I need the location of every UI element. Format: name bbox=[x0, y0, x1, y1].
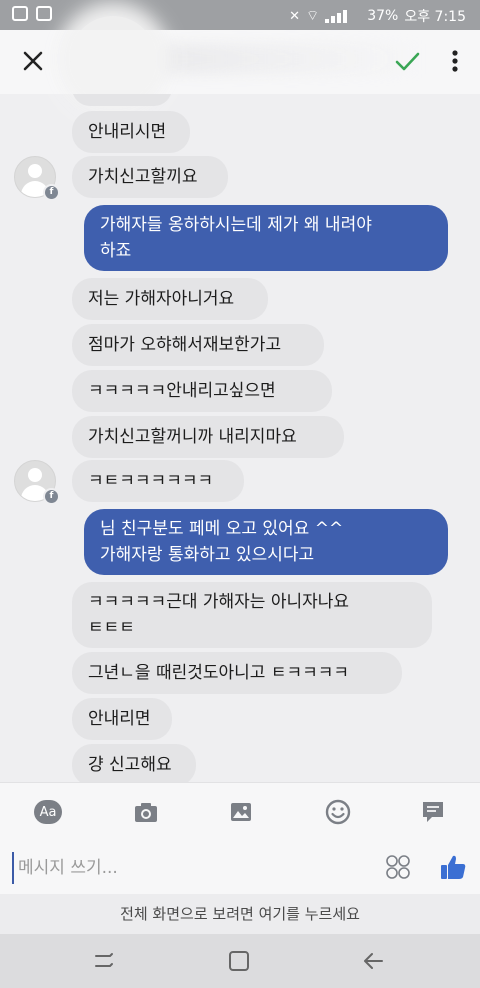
signal-icon bbox=[325, 9, 361, 23]
close-icon[interactable] bbox=[18, 46, 48, 76]
message-bubble-outgoing[interactable]: 가해자들 옹하하시는데 제가 왜 내려야 하죠 bbox=[84, 205, 448, 271]
back-icon[interactable] bbox=[360, 948, 388, 974]
message-bubble[interactable]: 가치신고할끼요 bbox=[72, 156, 228, 198]
message-bubble[interactable]: 점마가 오햐해서재보한가고 bbox=[72, 324, 324, 366]
gallery-icon bbox=[36, 6, 52, 21]
image-icon[interactable] bbox=[226, 797, 256, 827]
wifi-icon: ⌔ bbox=[306, 8, 320, 24]
facebook-badge-icon: f bbox=[43, 488, 60, 505]
more-vertical-icon[interactable] bbox=[445, 46, 465, 76]
emoji-icon[interactable] bbox=[323, 797, 353, 827]
status-bar: ✕ ⌔ 37% 오후 7:15 bbox=[0, 0, 480, 30]
message-bubble[interactable]: ㅋㅋㅋㅋㅋ안내리고싶으면 bbox=[72, 370, 332, 412]
message-bubble[interactable]: 안내리면 bbox=[72, 698, 172, 740]
blurred-contact-avatar bbox=[70, 16, 156, 102]
composer-toolbar: Aa bbox=[0, 782, 480, 843]
check-icon[interactable] bbox=[392, 46, 422, 76]
message-bubble[interactable]: 안내리시면 bbox=[72, 111, 190, 153]
messenger-icon bbox=[12, 6, 28, 21]
message-bubble[interactable]: 그년ㄴ을 때린것도아니고 ㅌㅋㅋㅋㅋ bbox=[72, 652, 402, 694]
status-time: 오후 7:15 bbox=[404, 9, 466, 25]
thumbs-up-icon[interactable] bbox=[440, 852, 466, 882]
blurred-contact-name bbox=[160, 44, 420, 74]
message-bubble-outgoing[interactable]: 님 친구분도 페메 오고 있어요 ^^ 가해자랑 통화하고 있으시다고 bbox=[84, 509, 448, 575]
quick-reply-icon[interactable] bbox=[418, 797, 448, 827]
message-bubble[interactable]: 걍 신고해요 bbox=[72, 744, 196, 782]
fullscreen-hint[interactable]: 전체 화면으로 보려면 여기를 누르세요 bbox=[0, 894, 480, 934]
message-input[interactable] bbox=[12, 852, 352, 884]
message-bubble[interactable]: 가치신고할꺼니까 내리지마요 bbox=[72, 416, 344, 458]
recent-apps-icon[interactable] bbox=[90, 948, 118, 974]
camera-icon[interactable] bbox=[131, 797, 161, 827]
facebook-badge-icon: f bbox=[43, 184, 60, 201]
sticker-icon[interactable] bbox=[385, 854, 411, 880]
text-format-icon[interactable]: Aa bbox=[33, 797, 63, 827]
chat-header bbox=[0, 16, 480, 102]
mute-icon: ✕ bbox=[289, 8, 301, 24]
home-icon[interactable] bbox=[225, 948, 253, 974]
message-bubble[interactable]: ㅋㅋㅋㅋㅋ근대 가해자는 아니자나요 ㅌㅌㅌ bbox=[72, 582, 432, 648]
message-bubble-partial bbox=[72, 94, 172, 106]
system-nav-bar bbox=[0, 934, 480, 988]
message-bubble[interactable]: ㅋㅌㅋㅋㅋㅋㅋㅋ bbox=[72, 460, 244, 502]
composer bbox=[0, 842, 480, 894]
text-format-label: Aa bbox=[34, 800, 62, 824]
battery-percent: 37% bbox=[367, 8, 399, 24]
message-bubble[interactable]: 저는 가해자아니거요 bbox=[72, 278, 268, 320]
message-list[interactable]: 안내리시면 f 가치신고할끼요 가해자들 옹하하시는데 제가 왜 내려야 하죠 … bbox=[0, 94, 480, 782]
